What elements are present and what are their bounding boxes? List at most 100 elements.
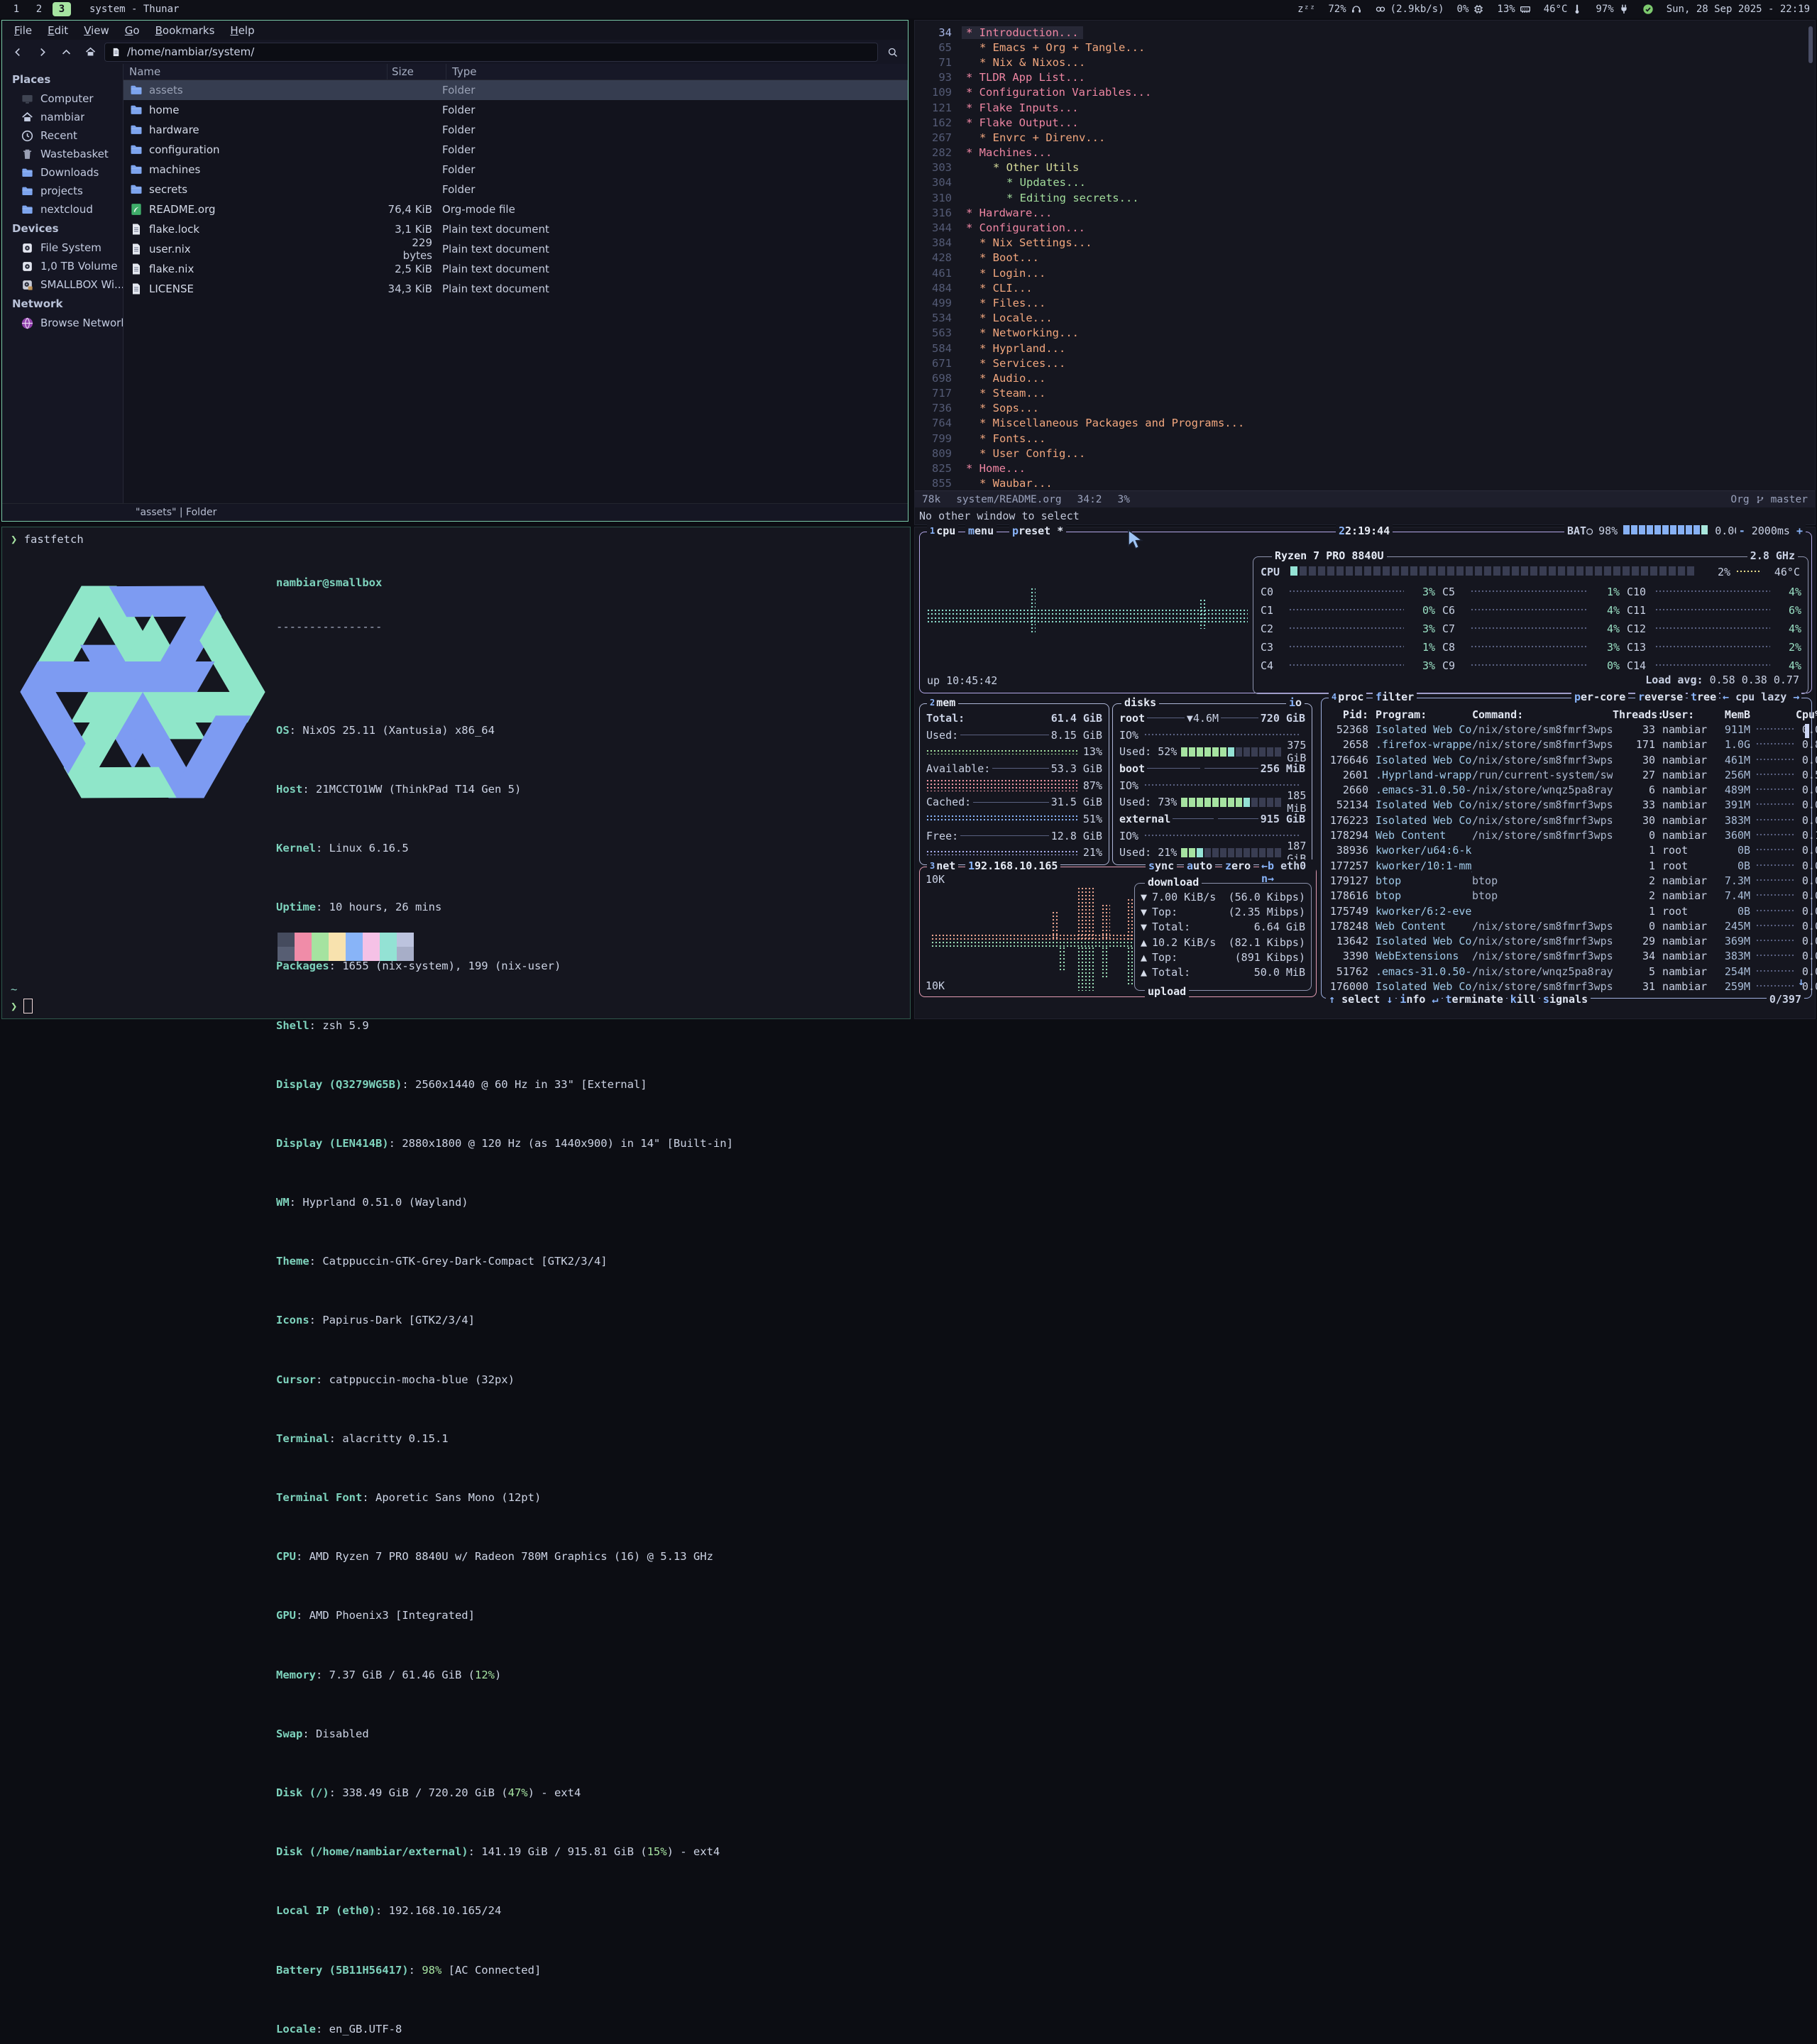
file-row[interactable]: assets Folder bbox=[123, 80, 908, 100]
network-module[interactable]: (2.9kb/s) bbox=[1375, 4, 1444, 15]
proc-action-button[interactable]: signals bbox=[1540, 993, 1591, 1006]
process-row[interactable]: 3390 WebExtensions /nix/store/sm8fmrf3wp… bbox=[1322, 949, 1811, 964]
org-heading-line[interactable]: 428 * Boot... bbox=[915, 251, 1815, 265]
org-heading-line[interactable]: 809 * User Config... bbox=[915, 446, 1815, 461]
process-row[interactable]: 2660 .emacs-31.0.50- /nix/store/wnqz5pa8… bbox=[1322, 782, 1811, 797]
process-row[interactable]: 52368 Isolated Web Co /nix/store/sm8fmrf… bbox=[1322, 722, 1811, 737]
net-sync-button[interactable]: sync bbox=[1146, 859, 1177, 872]
memory-panel-title[interactable]: 2mem bbox=[927, 696, 958, 709]
org-heading-line[interactable]: 563 * Networking... bbox=[915, 326, 1815, 341]
file-row[interactable]: LICENSE 34,3 KiB Plain text document bbox=[123, 279, 908, 299]
org-heading-line[interactable]: 109 * Configuration Variables... bbox=[915, 85, 1815, 100]
interval-increase[interactable]: + bbox=[1796, 524, 1803, 537]
file-row[interactable]: user.nix 229 bytes Plain text document bbox=[123, 239, 908, 259]
org-heading-line[interactable]: 484 * CLI... bbox=[915, 280, 1815, 295]
header-mem[interactable]: MemB bbox=[1713, 708, 1750, 721]
back-button[interactable] bbox=[8, 43, 28, 61]
org-heading-line[interactable]: 698 * Audio... bbox=[915, 370, 1815, 385]
org-heading-line[interactable]: 499 * Files... bbox=[915, 295, 1815, 310]
menu-item[interactable]: File bbox=[8, 23, 38, 38]
org-heading-line[interactable]: 825 * Home... bbox=[915, 461, 1815, 476]
sidebar-item[interactable]: Downloads bbox=[2, 163, 123, 182]
process-panel-title[interactable]: 4proc bbox=[1329, 691, 1366, 703]
search-button[interactable] bbox=[882, 43, 902, 61]
process-row[interactable]: 52134 Isolated Web Co /nix/store/sm8fmrf… bbox=[1322, 798, 1811, 813]
home-button[interactable] bbox=[80, 43, 100, 61]
process-row[interactable]: 179127 btop btop 2 nambiar 7.3M 0.0 bbox=[1322, 873, 1811, 888]
file-row[interactable]: README.org 76,4 KiB Org-mode file bbox=[123, 199, 908, 219]
systemd-status[interactable] bbox=[1642, 4, 1654, 15]
file-row[interactable]: hardware Folder bbox=[123, 120, 908, 140]
org-heading-line[interactable]: 303 * Other Utils bbox=[915, 160, 1815, 175]
workspace-button[interactable]: 1 bbox=[7, 2, 26, 16]
org-heading-line[interactable]: 584 * Hyprland... bbox=[915, 341, 1815, 356]
process-row[interactable]: 2658 .firefox-wrappe /nix/store/sm8fmrf3… bbox=[1322, 737, 1811, 752]
process-row[interactable]: 176223 Isolated Web Co /nix/store/sm8fmr… bbox=[1322, 813, 1811, 828]
file-row[interactable]: machines Folder bbox=[123, 160, 908, 180]
proc-action-button[interactable]: terminate bbox=[1443, 993, 1506, 1006]
process-row[interactable]: 13642 Isolated Web Co /nix/store/sm8fmrf… bbox=[1322, 933, 1811, 948]
preset-button[interactable]: preset * bbox=[1009, 524, 1066, 537]
column-header-name[interactable]: Name bbox=[123, 64, 388, 79]
interval-decrease[interactable]: - bbox=[1739, 524, 1745, 537]
org-heading-line[interactable]: 736 * Sops... bbox=[915, 401, 1815, 416]
memory-module[interactable]: 13% bbox=[1497, 4, 1530, 15]
org-heading-line[interactable]: 799 * Fonts... bbox=[915, 431, 1815, 446]
process-row[interactable]: 176000 Isolated Web Co /nix/store/sm8fmr… bbox=[1322, 979, 1811, 994]
proc-action-button[interactable]: ↑ select ↓ bbox=[1326, 993, 1395, 1006]
process-row[interactable]: 178294 Web Content /nix/store/sm8fmrf3wp… bbox=[1322, 828, 1811, 842]
per-core-button[interactable]: per-core bbox=[1571, 691, 1628, 703]
org-heading-line[interactable]: 671 * Services... bbox=[915, 356, 1815, 370]
sidebar-item[interactable]: Browse Network bbox=[2, 314, 123, 332]
volume-module[interactable]: 72% bbox=[1328, 4, 1361, 15]
disks-panel-title[interactable]: disks bbox=[1121, 696, 1159, 709]
menu-item[interactable]: Edit bbox=[41, 23, 75, 38]
process-row[interactable]: 177257 kworker/10:1-mm_ 1 root 0B 0.0 bbox=[1322, 858, 1811, 873]
temperature-module[interactable]: 46°C bbox=[1544, 4, 1583, 15]
org-heading-line[interactable]: 282 * Machines... bbox=[915, 145, 1815, 160]
proc-action-button[interactable]: kill bbox=[1508, 993, 1539, 1006]
shell-prompt[interactable]: ❯ bbox=[11, 999, 33, 1013]
sidebar-item[interactable]: nambiar bbox=[2, 108, 123, 126]
sort-mode-switcher[interactable]: ← cpu lazy → bbox=[1720, 691, 1801, 703]
clock-module[interactable]: Sun, 28 Sep 2025 - 22:19 bbox=[1667, 4, 1810, 15]
menu-button[interactable]: menu bbox=[965, 524, 997, 537]
sidebar-item[interactable]: projects bbox=[2, 182, 123, 200]
proc-action-button[interactable]: info ↵ bbox=[1397, 993, 1441, 1006]
org-heading-line[interactable]: 93 * TLDR App List... bbox=[915, 70, 1815, 85]
process-row[interactable]: 178616 btop btop 2 nambiar 7.4M 0.0 bbox=[1322, 889, 1811, 903]
process-row[interactable]: 176646 Isolated Web Co /nix/store/sm8fmr… bbox=[1322, 752, 1811, 767]
process-row[interactable]: 2601 .Hyprland-wrapp /run/current-system… bbox=[1322, 767, 1811, 782]
sidebar-item[interactable]: Wastebasket bbox=[2, 145, 123, 163]
org-heading-line[interactable]: 855 * Waubar... bbox=[915, 476, 1815, 490]
file-row[interactable]: flake.lock 3,1 KiB Plain text document bbox=[123, 219, 908, 239]
sidebar-item[interactable]: 1,0 TB Volume bbox=[2, 257, 123, 275]
org-heading-line[interactable]: 764 * Miscellaneous Packages and Program… bbox=[915, 416, 1815, 431]
org-heading-line[interactable]: 304 * Updates... bbox=[915, 175, 1815, 190]
menu-item[interactable]: Bookmarks bbox=[149, 23, 221, 38]
sidebar-item[interactable]: nextcloud bbox=[2, 200, 123, 219]
net-auto-button[interactable]: auto bbox=[1184, 859, 1215, 872]
process-row[interactable]: 175749 kworker/6:2-even 1 root 0B 0.0 bbox=[1322, 903, 1811, 918]
sidebar-item[interactable]: File System bbox=[2, 238, 123, 257]
org-heading-line[interactable]: 310 * Editing secrets... bbox=[915, 190, 1815, 205]
scrollbar-thumb[interactable] bbox=[1805, 724, 1809, 738]
column-header-type[interactable]: Type bbox=[446, 64, 908, 79]
file-row[interactable]: secrets Folder bbox=[123, 180, 908, 199]
file-row[interactable]: configuration Folder bbox=[123, 140, 908, 160]
menu-item[interactable]: Go bbox=[119, 23, 146, 38]
filter-button[interactable]: filter bbox=[1373, 691, 1417, 703]
sidebar-item[interactable]: SMALLBOX Wi... bbox=[2, 275, 123, 294]
forward-button[interactable] bbox=[32, 43, 52, 61]
path-bar[interactable]: /home/nambiar/system/ bbox=[104, 43, 878, 62]
file-row[interactable]: home Folder bbox=[123, 100, 908, 120]
header-command[interactable]: Command: bbox=[1472, 708, 1613, 721]
process-row[interactable]: 178248 Web Content /nix/store/sm8fmrf3wp… bbox=[1322, 918, 1811, 933]
header-user[interactable]: User: bbox=[1662, 708, 1713, 721]
org-heading-line[interactable]: 34 * Introduction... bbox=[915, 25, 1815, 40]
org-heading-line[interactable]: 71 * Nix & Nixos... bbox=[915, 55, 1815, 70]
org-heading-line[interactable]: 65 * Emacs + Org + Tangle... bbox=[915, 40, 1815, 55]
org-heading-line[interactable]: 162 * Flake Output... bbox=[915, 115, 1815, 130]
cpu-module[interactable]: 0% bbox=[1457, 4, 1485, 15]
org-heading-line[interactable]: 316 * Hardware... bbox=[915, 205, 1815, 220]
